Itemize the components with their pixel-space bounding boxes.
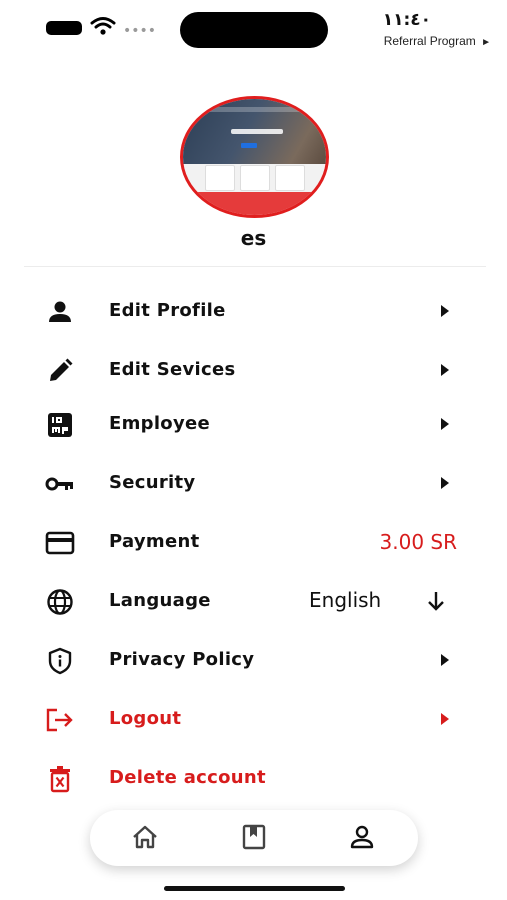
avatar[interactable]: [180, 96, 329, 218]
avatar-image-card: [205, 165, 235, 191]
avatar-image-title: [231, 129, 283, 134]
language-select-value[interactable]: English: [309, 588, 381, 612]
credit-card-icon: [44, 529, 76, 557]
person-icon: [44, 298, 76, 326]
back-to-app-icon: ►: [481, 37, 491, 48]
menu-label: Edit Sevices: [109, 359, 236, 380]
chevron-right-icon: [441, 654, 449, 666]
username: es: [240, 226, 267, 250]
avatar-image-header: [199, 107, 309, 112]
globe-icon: [44, 588, 76, 616]
profile-icon: [350, 825, 374, 849]
menu-label: Edit Profile: [109, 300, 226, 321]
avatar-image-cards: [205, 165, 305, 191]
arrow-down-icon[interactable]: [426, 590, 446, 612]
menu-item-logout[interactable]: Logout: [0, 696, 507, 744]
divider: [24, 266, 486, 267]
nav-profile-button[interactable]: [347, 822, 377, 852]
shield-info-icon: [44, 647, 76, 675]
bookmark-icon: [242, 824, 266, 850]
employee-badge-icon: [44, 411, 76, 439]
key-icon: [44, 470, 76, 498]
avatar-image: [183, 99, 326, 164]
home-icon: [133, 825, 157, 849]
avatar-image-card: [275, 165, 305, 191]
status-bar: •••• ١١:٤٠ Referral Program ►: [0, 0, 507, 60]
pencil-icon: [44, 357, 76, 385]
menu-label: Logout: [109, 708, 182, 729]
avatar-image-footer: [183, 191, 326, 215]
menu-item-payment[interactable]: Payment 3.00 SR: [0, 519, 507, 567]
menu-item-edit-profile[interactable]: Edit Profile: [0, 288, 507, 336]
nav-bookmarks-button[interactable]: [239, 822, 269, 852]
avatar-image-card: [240, 165, 270, 191]
menu-item-employee[interactable]: Employee: [0, 401, 507, 449]
menu-label: Employee: [109, 413, 211, 434]
chevron-right-icon: [441, 364, 449, 376]
menu-label: Privacy Policy: [109, 649, 255, 670]
back-to-app-label: Referral Program: [383, 34, 476, 48]
menu-label: Delete account: [109, 767, 266, 788]
signal-dots: ••••: [123, 23, 157, 39]
menu-item-privacy-policy[interactable]: Privacy Policy: [0, 637, 507, 685]
bottom-nav: [90, 810, 418, 866]
dynamic-island: [180, 12, 328, 48]
chevron-right-icon: [441, 713, 449, 725]
payment-balance: 3.00 SR: [379, 530, 457, 554]
wifi-icon: [90, 17, 116, 35]
menu-item-edit-services[interactable]: Edit Sevices: [0, 347, 507, 395]
battery-icon: [46, 21, 82, 35]
nav-home-button[interactable]: [130, 822, 160, 852]
menu-item-language[interactable]: Language English: [0, 578, 507, 626]
chevron-right-icon: [441, 418, 449, 430]
home-indicator: [164, 886, 345, 891]
menu-label: Language: [109, 590, 211, 611]
chevron-right-icon: [441, 305, 449, 317]
menu-label: Security: [109, 472, 196, 493]
menu-item-security[interactable]: Security: [0, 460, 507, 508]
back-to-app-link[interactable]: Referral Program ►: [384, 34, 491, 48]
chevron-right-icon: [441, 477, 449, 489]
menu-label: Payment: [109, 531, 200, 552]
logout-icon: [44, 706, 76, 734]
avatar-image-button: [241, 143, 257, 148]
trash-icon: [44, 765, 76, 793]
menu-item-delete-account[interactable]: Delete account: [0, 755, 507, 803]
status-time: ١١:٤٠: [382, 10, 431, 30]
